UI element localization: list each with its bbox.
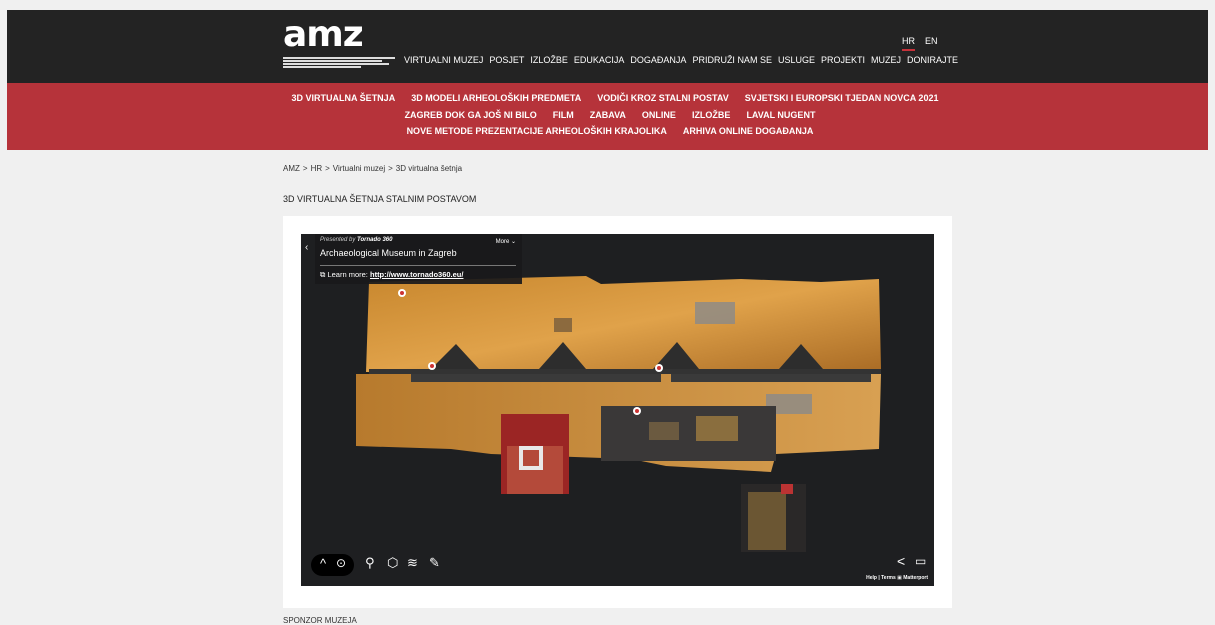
measure-icon[interactable]: ✎ <box>429 555 440 571</box>
presented-by: Presented by Tornado 360 <box>320 237 392 243</box>
nav-izlozbe[interactable]: IZLOŽBE <box>530 55 568 65</box>
share-icon[interactable]: < <box>897 553 905 569</box>
subnav-arhiva[interactable]: ARHIVA ONLINE DOGAĐANJA <box>683 126 814 136</box>
learn-more-label: Learn more: <box>327 270 368 279</box>
subnav-tjedan-novca[interactable]: SVJETSKI I EUROPSKI TJEDAN NOVCA 2021 <box>745 93 939 103</box>
chevron-left-icon[interactable]: ‹ <box>305 242 313 256</box>
viewer-card: ‹ Presented by Tornado 360 More ⌄ Archae… <box>283 216 952 608</box>
space-name: Archaeological Museum in Zagreb <box>320 248 457 258</box>
play-icon[interactable]: ⊙ <box>336 556 346 570</box>
amz-logo[interactable]: amz <box>283 15 395 71</box>
subnav-online[interactable]: ONLINE <box>642 110 676 120</box>
breadcrumb-sep: > <box>388 164 393 173</box>
help-link[interactable]: Help <box>866 575 877 581</box>
more-dropdown[interactable]: More ⌄ <box>496 238 516 245</box>
matterport-logo-icon: ▣ <box>897 575 902 581</box>
logo-stripes <box>283 57 395 71</box>
subnav-izlozbe[interactable]: IZLOŽBE <box>692 110 731 120</box>
floors-icon[interactable]: ≋ <box>407 555 418 571</box>
matterport-viewer[interactable]: ‹ Presented by Tornado 360 More ⌄ Archae… <box>301 234 934 586</box>
subnav-zabava[interactable]: ZABAVA <box>590 110 626 120</box>
vr-icon[interactable]: ▭ <box>915 554 926 568</box>
sub-nav: 3D VIRTUALNA ŠETNJA 3D MODELI ARHEOLOŠKI… <box>7 83 1208 150</box>
subnav-zagreb[interactable]: ZAGREB DOK GA JOŠ NI BILO <box>405 110 537 120</box>
matterport-brand[interactable]: Matterport <box>903 575 928 581</box>
site-header: amz VIRTUALNI MUZEJ POSJET IZLOŽBE EDUKA… <box>7 10 1208 83</box>
chevron-down-icon: ⌄ <box>510 239 516 245</box>
page-title: 3D VIRTUALNA ŠETNJA STALNIM POSTAVOM <box>283 194 477 204</box>
chevron-up-icon[interactable]: ^ <box>320 556 326 571</box>
breadcrumb-amz[interactable]: AMZ <box>283 164 300 173</box>
breadcrumb: AMZ > HR > Virtualni muzej > 3D virtualn… <box>283 164 462 173</box>
nav-posjet[interactable]: POSJET <box>489 55 524 65</box>
nav-projekti[interactable]: PROJEKTI <box>821 55 865 65</box>
nav-pridruzi-nam-se[interactable]: PRIDRUŽI NAM SE <box>692 55 772 65</box>
nav-virtualni-muzej[interactable]: VIRTUALNI MUZEJ <box>404 55 483 65</box>
viewer-info-panel: ‹ Presented by Tornado 360 More ⌄ Archae… <box>305 234 522 284</box>
sponsor-heading: SPONZOR MUZEJA <box>283 616 357 625</box>
logo-text: amz <box>283 14 364 55</box>
nav-usluge[interactable]: USLUGE <box>778 55 815 65</box>
breadcrumb-sep: > <box>302 164 308 173</box>
lang-en[interactable]: EN <box>925 36 938 51</box>
dollhouse-icon[interactable]: ⬡ <box>387 555 398 571</box>
subnav-vodici[interactable]: VODIČI KROZ STALNI POSTAV <box>597 93 729 103</box>
main-content: AMZ > HR > Virtualni muzej > 3D virtualn… <box>7 150 1208 625</box>
main-nav: VIRTUALNI MUZEJ POSJET IZLOŽBE EDUKACIJA… <box>404 55 958 65</box>
learn-more-link[interactable]: http://www.tornado360.eu/ <box>370 270 463 279</box>
viewer-credits: Help | Terms ▣ Matterport <box>866 575 928 581</box>
presented-by-label: Presented by <box>320 237 356 243</box>
language-switcher: HR EN <box>902 36 938 51</box>
subnav-laval-nugent[interactable]: LAVAL NUGENT <box>746 110 815 120</box>
credits-sep: | <box>878 575 880 581</box>
subnav-3d-virtualna-setnja[interactable]: 3D VIRTUALNA ŠETNJA <box>292 93 396 103</box>
breadcrumb-sep: > <box>325 164 330 173</box>
breadcrumb-hr[interactable]: HR <box>311 164 323 173</box>
terms-link[interactable]: Terms <box>881 575 896 581</box>
nav-dogadanja[interactable]: DOGAĐANJA <box>630 55 686 65</box>
subnav-film[interactable]: FILM <box>553 110 574 120</box>
lang-hr[interactable]: HR <box>902 36 915 51</box>
learn-more: ⧉ Learn more: http://www.tornado360.eu/ <box>320 270 463 280</box>
subnav-3d-modeli[interactable]: 3D MODELI ARHEOLOŠKIH PREDMETA <box>411 93 581 103</box>
external-link-icon: ⧉ <box>320 270 326 279</box>
walk-icon[interactable]: ⚲ <box>365 555 375 571</box>
more-label: More <box>495 239 510 245</box>
breadcrumb-current: 3D virtualna šetnja <box>395 164 463 173</box>
dollhouse-floorplan[interactable] <box>301 234 934 586</box>
tour-controls-pill <box>311 554 354 576</box>
nav-donirajte[interactable]: DONIRAJTE <box>907 55 958 65</box>
nav-muzej[interactable]: MUZEJ <box>871 55 901 65</box>
breadcrumb-virtualni-muzej[interactable]: Virtualni muzej <box>333 164 385 173</box>
subnav-nove-metode[interactable]: NOVE METODE PREZENTACIJE ARHEOLOŠKIH KRA… <box>407 126 667 136</box>
nav-edukacija[interactable]: EDUKACIJA <box>574 55 625 65</box>
presenter-name[interactable]: Tornado 360 <box>357 237 392 243</box>
divider <box>320 265 516 266</box>
